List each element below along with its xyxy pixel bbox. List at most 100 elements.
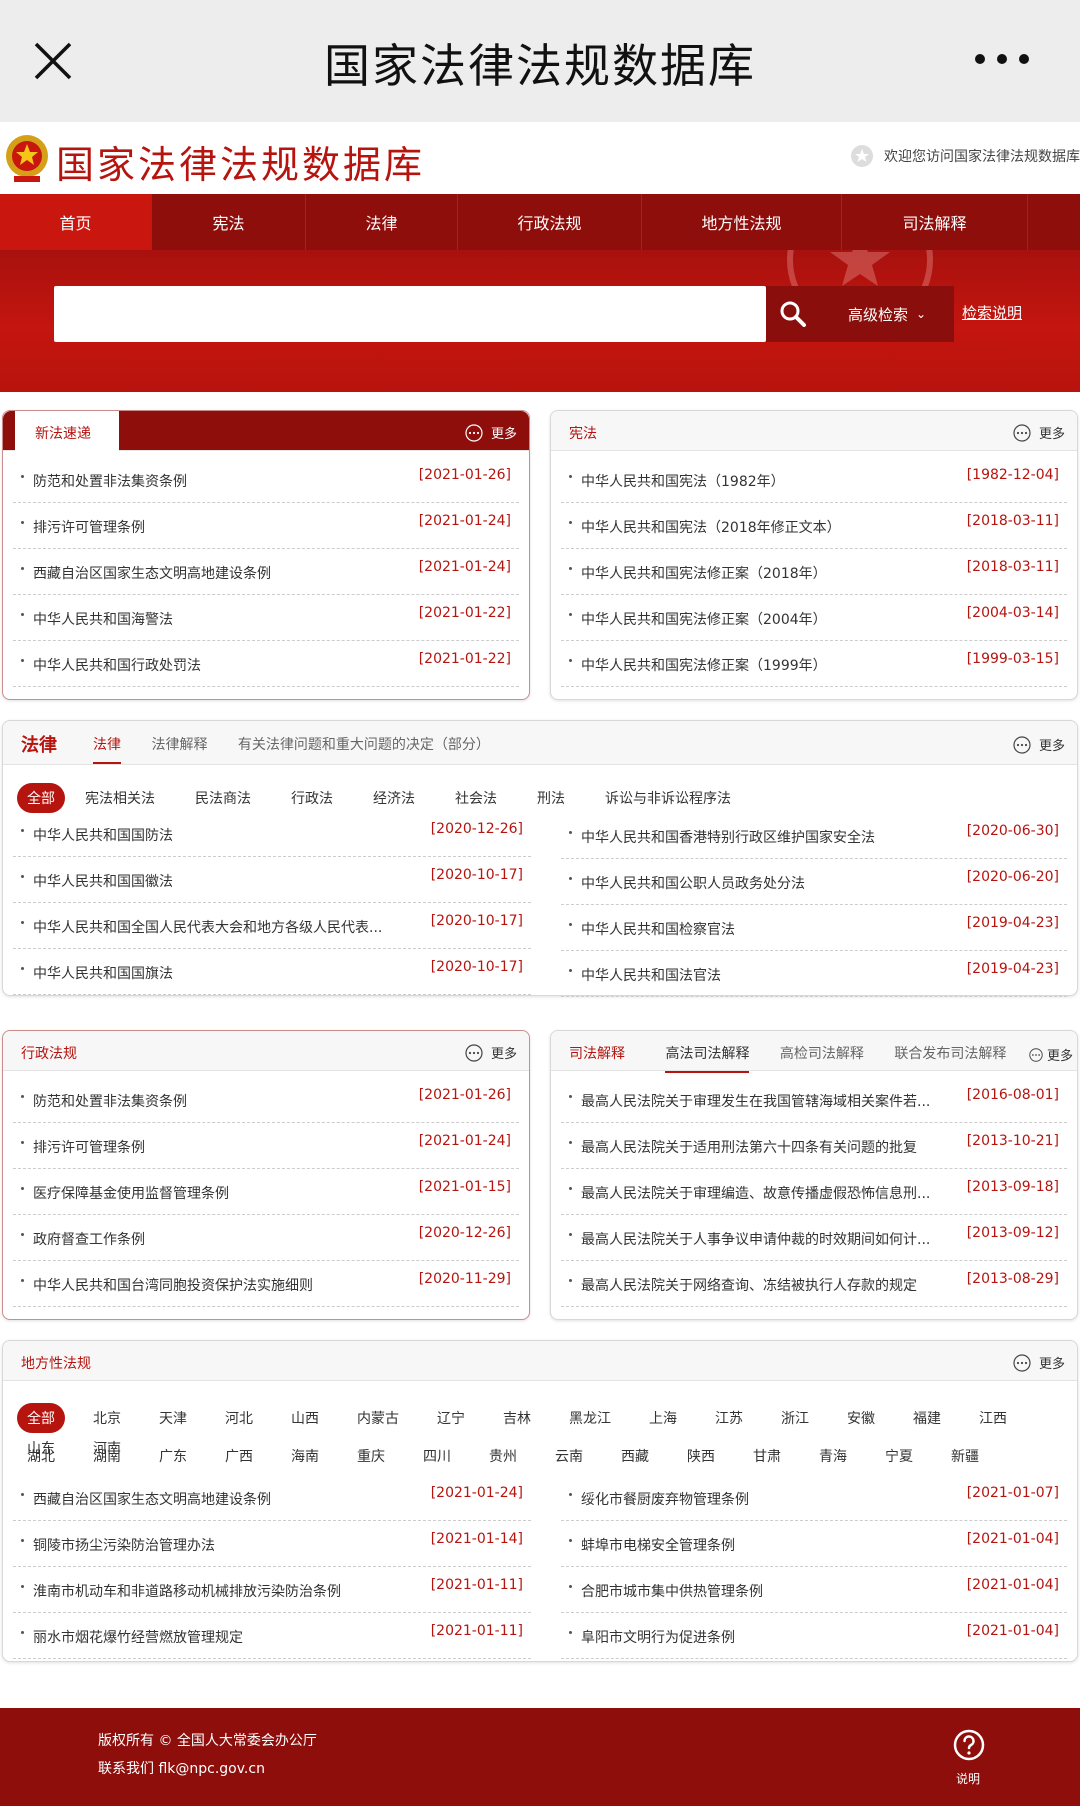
judicial-more[interactable]: 更多 [1029, 1045, 1073, 1064]
laws-more[interactable]: 更多 [1013, 735, 1065, 754]
list-item[interactable]: 蚌埠市电梯安全管理条例 [2021-01-04] [561, 1521, 1067, 1567]
search-button[interactable] [766, 286, 820, 342]
chip-region[interactable]: 甘肃 [743, 1441, 791, 1471]
chip-region[interactable]: 内蒙古 [347, 1403, 409, 1433]
list-item[interactable]: 中华人民共和国宪法（1982年） [1982-12-04] [561, 457, 1067, 503]
list-item[interactable]: 丽水市烟花爆竹经营燃放管理规定 [2021-01-11] [13, 1613, 531, 1659]
chip-region-all[interactable]: 全部 [17, 1403, 65, 1433]
list-item[interactable]: 中华人民共和国公职人员政务处分法 [2020-06-20] [561, 859, 1067, 905]
chip-region[interactable]: 广西 [215, 1441, 263, 1471]
list-item[interactable]: 中华人民共和国国防法 [2020-12-26] [13, 811, 531, 857]
chip-region[interactable]: 四川 [413, 1441, 461, 1471]
chip-procedure[interactable]: 诉讼与非诉讼程序法 [595, 783, 741, 813]
list-item[interactable]: 最高人民法院关于人事争议申请仲裁的时效期间如何计... [2013-09-12] [561, 1215, 1067, 1261]
tab-judicial[interactable]: 司法解释 [569, 1043, 625, 1063]
chip-region[interactable]: 江西 [969, 1403, 1017, 1433]
new-laws-title[interactable]: 新法速递 [35, 423, 91, 443]
admin-title[interactable]: 行政法规 [21, 1043, 77, 1063]
list-item[interactable]: 铜陵市扬尘污染防治管理办法 [2021-01-14] [13, 1521, 531, 1567]
list-item[interactable]: 中华人民共和国宪法修正案（2004年） [2004-03-14] [561, 595, 1067, 641]
list-item[interactable]: 最高人民法院关于适用刑法第六十四条有关问题的批复 [2013-10-21] [561, 1123, 1067, 1169]
list-item[interactable]: 排污许可管理条例 [2021-01-24] [13, 1123, 519, 1169]
list-item[interactable]: 中华人民共和国全国人民代表大会和地方各级人民代表... [2020-10-17] [13, 903, 531, 949]
chip-region[interactable]: 北京 [83, 1403, 131, 1433]
tab-procuratorate[interactable]: 高检司法解释 [780, 1043, 864, 1063]
tab-decisions[interactable]: 有关法律问题和重大问题的决定（部分） [238, 734, 490, 754]
search-help-link[interactable]: 检索说明 [962, 302, 1022, 323]
help-icon[interactable] [952, 1728, 986, 1762]
chip-constitution-related[interactable]: 宪法相关法 [75, 783, 165, 813]
nav-admin-regulations[interactable]: 行政法规 [458, 194, 642, 250]
list-item[interactable]: 中华人民共和国宪法修正案（1999年） [1999-03-15] [561, 641, 1067, 687]
list-item[interactable]: 淮南市机动车和非道路移动机械排放污染防治条例 [2021-01-11] [13, 1567, 531, 1613]
admin-more[interactable]: 更多 [465, 1043, 517, 1062]
chip-region[interactable]: 新疆 [941, 1441, 989, 1471]
chip-region[interactable]: 天津 [149, 1403, 197, 1433]
chip-region[interactable]: 青海 [809, 1441, 857, 1471]
chip-economic[interactable]: 经济法 [363, 783, 425, 813]
nav-constitution[interactable]: 宪法 [152, 194, 306, 250]
list-item[interactable]: 中华人民共和国宪法（2018年修正文本） [2018-03-11] [561, 503, 1067, 549]
list-item[interactable]: 绥化市餐厨废弃物管理条例 [2021-01-07] [561, 1475, 1067, 1521]
chip-region[interactable]: 重庆 [347, 1441, 395, 1471]
more-options-icon[interactable] [972, 46, 1032, 72]
chip-region[interactable]: 上海 [639, 1403, 687, 1433]
constitution-title[interactable]: 宪法 [569, 423, 597, 443]
help-label[interactable]: 说明 [956, 1770, 980, 1787]
chip-region[interactable]: 江苏 [705, 1403, 753, 1433]
list-item[interactable]: 医疗保障基金使用监督管理条例 [2021-01-15] [13, 1169, 519, 1215]
list-item[interactable]: 最高人民法院关于网络查询、冻结被执行人存款的规定 [2013-08-29] [561, 1261, 1067, 1307]
chip-region[interactable]: 宁夏 [875, 1441, 923, 1471]
tab-supreme-court[interactable]: 高法司法解释 [665, 1043, 750, 1073]
tab-laws[interactable]: 法律 [93, 734, 121, 764]
list-item[interactable]: 中华人民共和国海警法 [2021-01-22] [13, 595, 519, 641]
list-item[interactable]: 最高人民法院关于审理发生在我国管辖海域相关案件若... [2016-08-01] [561, 1077, 1067, 1123]
local-more[interactable]: 更多 [1013, 1353, 1065, 1372]
constitution-more[interactable]: 更多 [1013, 423, 1065, 442]
chip-region[interactable]: 湖南 [83, 1441, 131, 1471]
list-item[interactable]: 防范和处置非法集资条例 [2021-01-26] [13, 1077, 519, 1123]
chip-civil-commercial[interactable]: 民法商法 [185, 783, 261, 813]
search-input[interactable] [54, 286, 766, 342]
nav-judicial-interpretation[interactable]: 司法解释 [842, 194, 1028, 250]
tab-joint[interactable]: 联合发布司法解释 [894, 1043, 1006, 1063]
chip-region[interactable]: 辽宁 [427, 1403, 475, 1433]
chip-region[interactable]: 西藏 [611, 1441, 659, 1471]
chip-region[interactable]: 广东 [149, 1441, 197, 1471]
list-item[interactable]: 西藏自治区国家生态文明高地建设条例 [2021-01-24] [13, 549, 519, 595]
chip-social[interactable]: 社会法 [445, 783, 507, 813]
list-item[interactable]: 阜阳市文明行为促进条例 [2021-01-04] [561, 1613, 1067, 1659]
chip-region[interactable]: 湖北 [17, 1441, 65, 1471]
list-item[interactable]: 最高人民法院关于审理编造、故意传播虚假恐怖信息刑... [2013-09-18] [561, 1169, 1067, 1215]
list-item[interactable]: 中华人民共和国检察官法 [2019-04-23] [561, 905, 1067, 951]
chip-region[interactable]: 陕西 [677, 1441, 725, 1471]
nav-local-regulations[interactable]: 地方性法规 [642, 194, 842, 250]
list-item[interactable]: 防范和处置非法集资条例 [2021-01-26] [13, 457, 519, 503]
chip-region[interactable]: 贵州 [479, 1441, 527, 1471]
chip-criminal[interactable]: 刑法 [527, 783, 575, 813]
chip-all[interactable]: 全部 [17, 783, 65, 813]
chip-region[interactable]: 黑龙江 [559, 1403, 621, 1433]
chip-region[interactable]: 福建 [903, 1403, 951, 1433]
nav-home[interactable]: 首页 [0, 194, 152, 250]
chip-region[interactable]: 安徽 [837, 1403, 885, 1433]
chip-region[interactable]: 云南 [545, 1441, 593, 1471]
advanced-search-button[interactable]: 高级检索 ⌄ [820, 286, 954, 342]
contact-text[interactable]: 联系我们 flk@npc.gov.cn [98, 1758, 265, 1778]
list-item[interactable]: 排污许可管理条例 [2021-01-24] [13, 503, 519, 549]
list-item[interactable]: 西藏自治区国家生态文明高地建设条例 [2021-01-24] [13, 1475, 531, 1521]
list-item[interactable]: 中华人民共和国国徽法 [2020-10-17] [13, 857, 531, 903]
chip-region[interactable]: 山西 [281, 1403, 329, 1433]
list-item[interactable]: 合肥市城市集中供热管理条例 [2021-01-04] [561, 1567, 1067, 1613]
list-item[interactable]: 中华人民共和国法官法 [2019-04-23] [561, 951, 1067, 997]
nav-laws[interactable]: 法律 [306, 194, 458, 250]
chip-region[interactable]: 海南 [281, 1441, 329, 1471]
tab-law-interpretation[interactable]: 法律解释 [151, 734, 207, 754]
chip-region[interactable]: 浙江 [771, 1403, 819, 1433]
list-item[interactable]: 中华人民共和国台湾同胞投资保护法实施细则 [2020-11-29] [13, 1261, 519, 1307]
list-item[interactable]: 中华人民共和国行政处罚法 [2021-01-22] [13, 641, 519, 687]
list-item[interactable]: 中华人民共和国国旗法 [2020-10-17] [13, 949, 531, 995]
chip-region[interactable]: 吉林 [493, 1403, 541, 1433]
new-laws-more[interactable]: 更多 [465, 423, 517, 442]
local-title[interactable]: 地方性法规 [21, 1353, 91, 1373]
